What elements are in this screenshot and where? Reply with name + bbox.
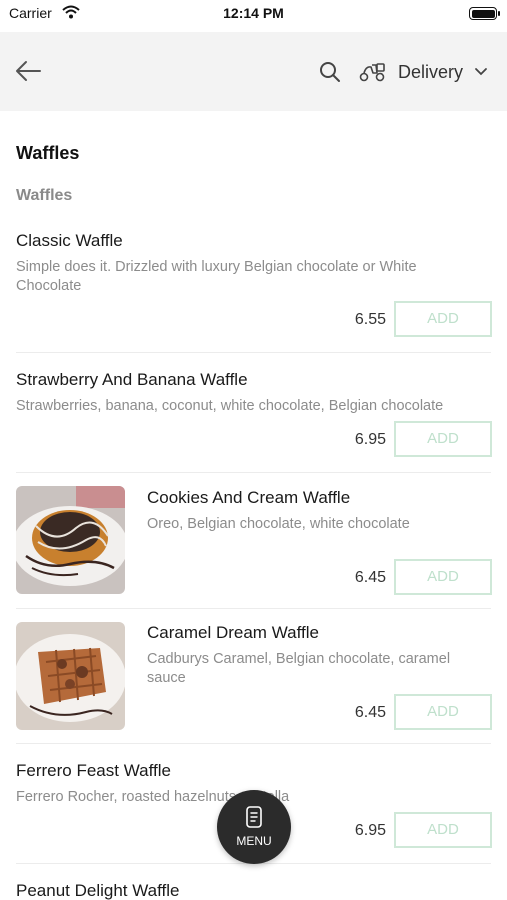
add-button[interactable]: ADD xyxy=(394,694,492,730)
chevron-down-icon[interactable] xyxy=(474,67,488,77)
item-name: Ferrero Feast Waffle xyxy=(16,761,171,780)
menu-item[interactable]: Caramel Dream Waffle Cadburys Caramel, B… xyxy=(0,620,507,745)
item-name: Caramel Dream Waffle xyxy=(147,623,319,642)
item-description: Cadburys Caramel, Belgian chocolate, car… xyxy=(147,651,451,686)
category-subtitle: Waffles xyxy=(16,187,73,204)
divider xyxy=(16,608,491,609)
item-description: Simple does it. Drizzled with luxury Bel… xyxy=(16,259,417,294)
delivery-mode-dropdown[interactable]: Delivery xyxy=(398,62,463,83)
menu-item[interactable]: Peanut Delight Waffle xyxy=(0,878,507,900)
status-bar: Carrier 12:14 PM xyxy=(0,0,507,30)
add-button[interactable]: ADD xyxy=(394,559,492,595)
item-image-caramel-dream-waffle xyxy=(16,622,125,730)
item-price: 6.95 xyxy=(354,822,386,839)
back-arrow-icon[interactable] xyxy=(14,59,42,83)
clock: 12:14 PM xyxy=(223,5,284,21)
item-price: 6.45 xyxy=(354,569,386,586)
item-price: 6.55 xyxy=(354,311,386,328)
item-description: Strawberries, banana, coconut, white cho… xyxy=(16,398,444,414)
item-name: Strawberry And Banana Waffle xyxy=(16,370,248,389)
menu-item[interactable]: Classic Waffle Simple does it. Drizzled … xyxy=(0,228,507,354)
battery-icon xyxy=(469,7,500,20)
menu-card-icon xyxy=(246,806,262,828)
add-button[interactable]: ADD xyxy=(394,421,492,457)
top-nav-bar: Delivery xyxy=(0,32,507,111)
divider xyxy=(16,743,491,744)
item-image-cookies-cream-waffle xyxy=(16,486,125,594)
menu-fab-label: MENU xyxy=(236,834,272,848)
item-price: 6.95 xyxy=(354,431,386,448)
item-name: Peanut Delight Waffle xyxy=(16,881,180,900)
item-description: Oreo, Belgian chocolate, white chocolate xyxy=(147,516,410,532)
section-title: Waffles xyxy=(16,143,80,163)
add-button[interactable]: ADD xyxy=(394,301,492,337)
menu-item[interactable]: Strawberry And Banana Waffle Strawberrie… xyxy=(0,367,507,475)
item-name: Cookies And Cream Waffle xyxy=(147,488,351,507)
divider xyxy=(16,472,491,473)
divider xyxy=(16,352,491,353)
add-button[interactable]: ADD xyxy=(394,812,492,848)
item-price: 6.45 xyxy=(354,704,386,721)
search-icon[interactable] xyxy=(319,61,341,83)
menu-fab-button[interactable]: MENU xyxy=(217,790,291,864)
item-name: Classic Waffle xyxy=(16,231,123,250)
scooter-delivery-icon xyxy=(359,63,385,82)
menu-item[interactable]: Cookies And Cream Waffle Oreo, Belgian c… xyxy=(0,485,507,610)
